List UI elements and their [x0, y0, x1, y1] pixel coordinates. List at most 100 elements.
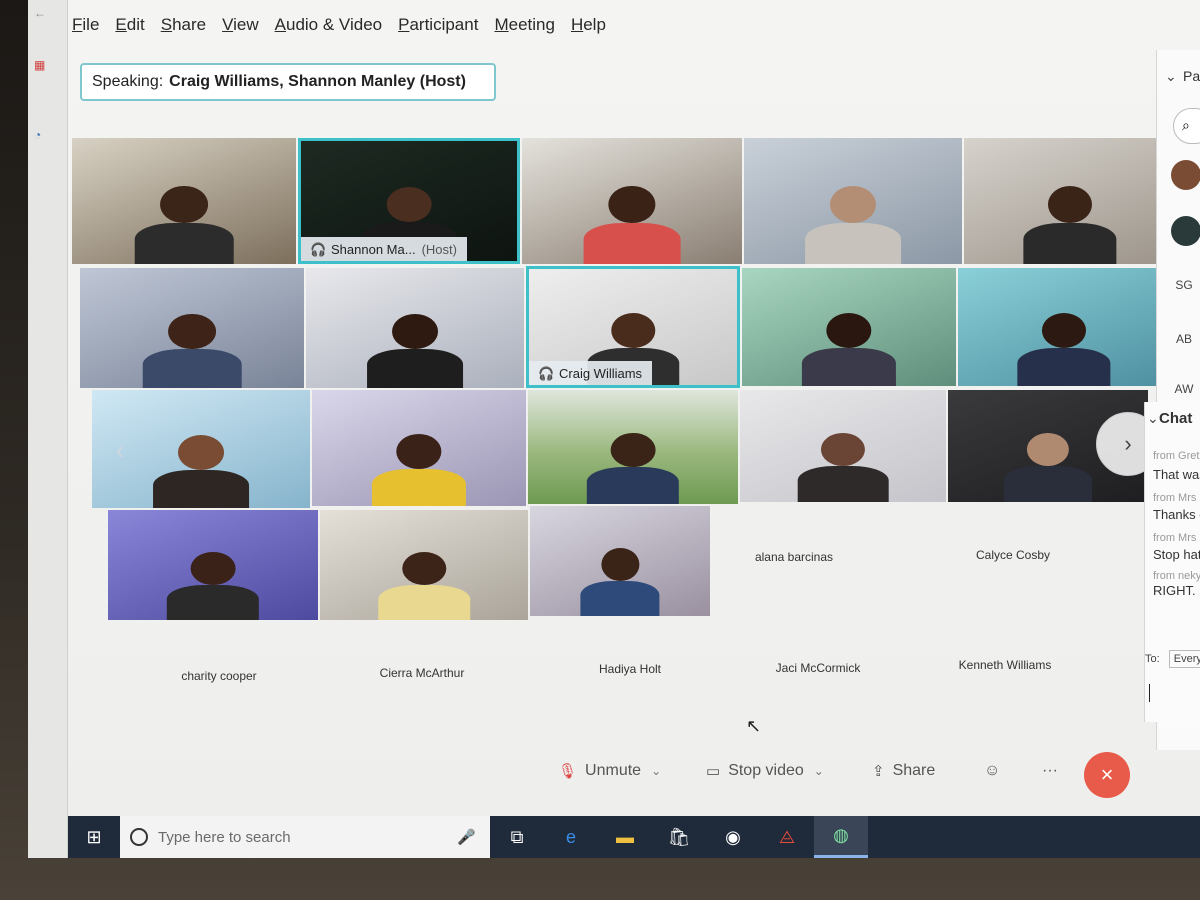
participant-video — [166, 551, 260, 620]
participant-video — [1023, 185, 1117, 264]
taskbar-search-box[interactable]: Type here to search 🎤 — [120, 816, 490, 858]
microphone-muted-icon: 🎙 — [558, 763, 578, 780]
share-button[interactable]: ⇪ Share — [872, 762, 935, 780]
participant-name: Shannon Ma... — [331, 241, 416, 257]
video-tile[interactable] — [306, 268, 524, 388]
task-view-icon: ⧉ — [510, 826, 524, 847]
stop-video-label: Stop video — [728, 762, 804, 779]
chat-input[interactable] — [1149, 684, 1150, 702]
video-tile[interactable] — [528, 390, 738, 504]
video-tile[interactable] — [958, 268, 1170, 386]
video-tile[interactable] — [744, 138, 962, 264]
share-label: Share — [892, 762, 936, 779]
menu-meeting[interactable]: Meeting — [494, 15, 555, 35]
menu-participant[interactable]: Participant — [398, 15, 478, 35]
chat-sender: from Mrs Del — [1153, 492, 1200, 504]
participant-name-no-video: Calyce Cosby — [975, 548, 1051, 562]
video-tile[interactable] — [312, 390, 526, 506]
menu-share[interactable]: Share — [161, 15, 206, 35]
avatar-initials[interactable]: SG — [1169, 270, 1199, 300]
chevron-down-icon[interactable]: ⌄ — [814, 764, 824, 778]
chat-message: That was fu — [1153, 467, 1200, 482]
windows-logo-icon: ⊞ — [86, 826, 102, 847]
reactions-button[interactable]: ☺ — [984, 762, 1000, 780]
participant-name-no-video: charity cooper — [181, 669, 257, 683]
video-tile[interactable] — [740, 390, 946, 502]
participant-video — [367, 313, 463, 388]
webex-icon: ◍ — [833, 825, 849, 845]
video-tile-shannon[interactable]: 🎧 Shannon Ma... (Host) — [298, 138, 520, 264]
taskbar-chrome[interactable]: ◉ — [706, 816, 760, 858]
participant-name-no-video: Cierra McArthur — [379, 666, 465, 680]
avatar-initials[interactable]: AW — [1169, 374, 1199, 404]
participant-video — [1017, 312, 1111, 386]
video-tile[interactable] — [320, 510, 528, 620]
participants-title: Pa — [1183, 68, 1200, 84]
video-tile[interactable] — [522, 138, 742, 264]
taskbar-acrobat[interactable]: ⨺ — [760, 816, 814, 858]
chat-panel: ⌄ Chat from Gretch That was fu from Mrs … — [1144, 402, 1200, 722]
participant-name-no-video: Hadiya Holt — [598, 662, 662, 676]
menu-help[interactable]: Help — [571, 15, 606, 35]
taskbar-webex[interactable]: ◍ — [814, 816, 868, 858]
headset-icon: 🎧 — [538, 366, 555, 381]
chat-message: Stop hating — [1153, 547, 1200, 562]
microphone-icon[interactable]: 🎤 — [457, 828, 476, 846]
chat-recipient-select[interactable]: Everyone — [1168, 650, 1200, 668]
speaking-label: Speaking: — [92, 73, 164, 90]
windows-start-button[interactable]: ⊞ — [68, 816, 120, 858]
taskbar-edge[interactable]: e — [544, 816, 598, 858]
chevron-down-icon[interactable]: ⌄ — [1165, 68, 1177, 85]
mouse-pointer-icon: ↖ — [746, 716, 762, 736]
background-window-strip: ← ▦ ◔ — [28, 0, 68, 858]
video-tile[interactable] — [108, 510, 318, 620]
participant-video — [805, 185, 901, 264]
share-icon: ⇪ — [872, 763, 885, 780]
video-tile[interactable] — [80, 268, 304, 388]
search-icon: ⌕ — [1182, 117, 1190, 133]
task-view-button[interactable]: ⧉ — [490, 816, 544, 858]
participant-video — [586, 433, 680, 504]
participant-video — [153, 434, 249, 508]
chrome-icon: ◉ — [725, 826, 741, 847]
participant-name-no-video: alana barcinas — [754, 550, 834, 564]
nameplate: 🎧 Shannon Ma... (Host) — [301, 237, 467, 261]
participant-video — [142, 313, 242, 388]
leave-meeting-button[interactable]: × — [1084, 752, 1130, 798]
avatar[interactable] — [1171, 216, 1200, 246]
meeting-toolbar: 🎙 Unmute ⌄ ▭ Stop video ⌄ ⇪ Share ☺ ··· … — [528, 752, 1148, 798]
avatar[interactable] — [1171, 160, 1200, 190]
participant-video — [134, 185, 234, 264]
video-tile[interactable] — [72, 138, 296, 264]
previous-page-arrow[interactable]: ‹ — [100, 430, 140, 470]
video-tile[interactable] — [530, 506, 710, 616]
more-icon: ··· — [1042, 762, 1058, 779]
menu-edit[interactable]: Edit — [115, 15, 144, 35]
unmute-label: Unmute — [585, 762, 642, 779]
close-icon: × — [1100, 762, 1114, 787]
chat-sender: from Mrs Del — [1153, 532, 1200, 544]
chat-recipient: To: Everyone — [1145, 650, 1200, 668]
participant-name-no-video: Kenneth Williams — [958, 658, 1052, 672]
taskbar-file-explorer[interactable]: ▬ — [598, 816, 652, 858]
menu-file[interactable]: File — [72, 15, 99, 35]
cortana-icon — [130, 828, 148, 846]
nameplate: 🎧 Craig Williams — [529, 361, 653, 385]
stop-video-button[interactable]: ▭ Stop video ⌄ — [706, 762, 824, 780]
video-tile[interactable] — [964, 138, 1176, 264]
taskbar-store[interactable]: 🛍 — [652, 816, 706, 858]
participant-video — [801, 312, 897, 386]
speaking-indicator: Speaking: Craig Williams, Shannon Manley… — [80, 63, 496, 101]
participant-search-input[interactable]: ⌕ — [1173, 108, 1200, 144]
unmute-button[interactable]: 🎙 Unmute ⌄ — [558, 762, 661, 780]
chevron-down-icon[interactable]: ⌄ — [1147, 410, 1159, 427]
video-tile-craig[interactable]: 🎧 Craig Williams — [526, 266, 740, 388]
video-tile[interactable] — [742, 268, 956, 386]
chat-to-label: To: — [1145, 653, 1160, 665]
menu-audio-video[interactable]: Audio & Video — [275, 15, 382, 35]
avatar-initials[interactable]: AB — [1169, 324, 1199, 354]
emoji-icon: ☺ — [984, 762, 1001, 779]
more-options-button[interactable]: ··· — [1042, 762, 1058, 780]
menu-view[interactable]: View — [222, 15, 259, 35]
chevron-down-icon[interactable]: ⌄ — [651, 764, 661, 778]
